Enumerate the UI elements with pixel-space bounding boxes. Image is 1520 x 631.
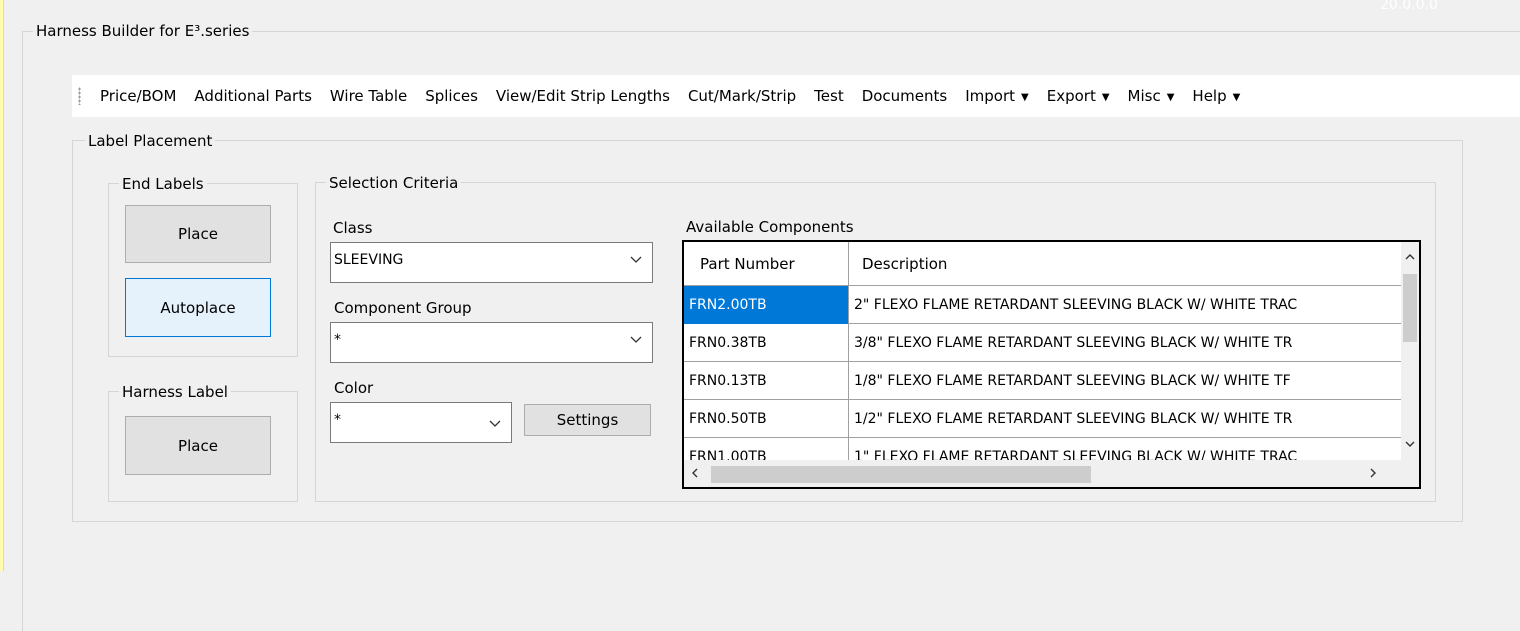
harness-label-title: Harness Label xyxy=(119,383,231,401)
column-header-description[interactable]: Description xyxy=(849,242,1409,286)
menu-wire-table[interactable]: Wire Table xyxy=(321,87,416,105)
toolbar-grip-icon[interactable] xyxy=(78,87,81,105)
color-value: * xyxy=(334,412,341,428)
grid-rows: FRN2.00TB 2" FLEXO FLAME RETARDANT SLEEVI… xyxy=(684,286,1401,460)
menu-label: Misc xyxy=(1127,87,1161,105)
menu-import[interactable]: Import ▼ xyxy=(956,87,1038,105)
settings-button[interactable]: Settings xyxy=(524,404,651,436)
menu-documents[interactable]: Documents xyxy=(853,87,957,105)
chevron-down-icon xyxy=(489,420,501,427)
color-label: Color xyxy=(334,379,374,397)
table-row[interactable]: FRN0.50TB 1/2" FLEXO FLAME RETARDANT SLEE… xyxy=(684,400,1401,438)
component-group-dropdown[interactable]: * xyxy=(330,322,653,363)
available-components-label: Available Components xyxy=(686,218,854,236)
table-row[interactable]: FRN0.38TB 3/8" FLEXO FLAME RETARDANT SLEE… xyxy=(684,324,1401,362)
description-cell[interactable]: 2" FLEXO FLAME RETARDANT SLEEVING BLACK … xyxy=(849,286,1401,324)
horizontal-scrollbar[interactable] xyxy=(684,460,1401,487)
description-cell[interactable]: 1/8" FLEXO FLAME RETARDANT SLEEVING BLAC… xyxy=(849,362,1401,400)
menu-label: Splices xyxy=(425,87,478,105)
label-placement-title: Label Placement xyxy=(85,132,216,150)
menu-misc[interactable]: Misc ▼ xyxy=(1119,87,1184,105)
part-number-cell[interactable]: FRN2.00TB xyxy=(684,286,849,324)
column-header-part-number[interactable]: Part Number xyxy=(684,242,849,286)
color-dropdown[interactable]: * xyxy=(330,402,512,443)
end-labels-title: End Labels xyxy=(119,175,207,193)
dropdown-caret-icon: ▼ xyxy=(1232,92,1241,103)
part-number-cell[interactable]: FRN0.38TB xyxy=(684,324,849,362)
part-number-cell[interactable]: FRN0.13TB xyxy=(684,362,849,400)
part-number-cell[interactable]: FRN0.50TB xyxy=(684,400,849,438)
component-group-value: * xyxy=(334,332,341,348)
menu-label: Wire Table xyxy=(329,87,408,105)
description-cell[interactable]: 1/2" FLEXO FLAME RETARDANT SLEEVING BLAC… xyxy=(849,400,1401,438)
menu-test[interactable]: Test xyxy=(805,87,853,105)
vertical-scrollbar[interactable] xyxy=(1401,242,1419,460)
class-value: SLEEVING xyxy=(334,252,404,268)
menu-label: View/Edit Strip Lengths xyxy=(495,87,670,105)
menu-splices[interactable]: Splices xyxy=(416,87,487,105)
selection-criteria-title: Selection Criteria xyxy=(326,174,462,192)
scroll-right-icon[interactable] xyxy=(1367,467,1379,479)
menu-label: Cut/Mark/Strip xyxy=(687,87,797,105)
menu-view-edit-strip-lengths[interactable]: View/Edit Strip Lengths xyxy=(487,87,679,105)
available-components-grid[interactable]: Part Number Description FRN2.00TB 2" FLEX… xyxy=(682,240,1421,489)
dropdown-caret-icon: ▼ xyxy=(1021,92,1029,103)
description-cell[interactable]: 3/8" FLEXO FLAME RETARDANT SLEEVING BLAC… xyxy=(849,324,1401,362)
dropdown-caret-icon: ▼ xyxy=(1166,92,1175,103)
menu-label: Export xyxy=(1046,87,1096,105)
grid-header: Part Number Description xyxy=(684,242,1401,286)
menu-help[interactable]: Help ▼ xyxy=(1183,87,1249,105)
component-group-label: Component Group xyxy=(334,299,472,317)
menu-export[interactable]: Export ▼ xyxy=(1038,87,1119,105)
scroll-corner xyxy=(1401,460,1419,487)
menu-additional-parts[interactable]: Additional Parts xyxy=(185,87,321,105)
scroll-up-icon[interactable] xyxy=(1404,251,1416,263)
harness-label-place-button[interactable]: Place xyxy=(125,416,271,475)
menu-label: Documents xyxy=(861,87,948,105)
scroll-left-icon[interactable] xyxy=(689,467,701,479)
description-cell[interactable]: 1" FLEXO FLAME RETARDANT SLEEVING BLACK … xyxy=(849,438,1401,460)
menu-label: Price/BOM xyxy=(100,87,177,105)
version-text: 20.0.0.0 xyxy=(1380,0,1438,13)
table-row[interactable]: FRN1.00TB 1" FLEXO FLAME RETARDANT SLEEVI… xyxy=(684,438,1401,460)
menu-label: Import xyxy=(965,87,1016,105)
scroll-down-icon[interactable] xyxy=(1404,438,1416,450)
window-edge-strip xyxy=(0,0,4,571)
menu-cut-mark-strip[interactable]: Cut/Mark/Strip xyxy=(679,87,805,105)
menu-label: Help xyxy=(1192,87,1227,105)
class-label: Class xyxy=(333,219,373,237)
dropdown-caret-icon: ▼ xyxy=(1101,92,1110,103)
horizontal-scroll-thumb[interactable] xyxy=(711,466,1091,483)
main-toolbar: Price/BOM Additional Parts Wire Table Splic… xyxy=(72,75,1520,117)
class-dropdown[interactable]: SLEEVING xyxy=(330,242,653,283)
chevron-down-icon xyxy=(630,256,642,263)
table-row[interactable]: FRN0.13TB 1/8" FLEXO FLAME RETARDANT SLEE… xyxy=(684,362,1401,400)
end-labels-place-button[interactable]: Place xyxy=(125,205,271,263)
vertical-scroll-thumb[interactable] xyxy=(1403,274,1417,342)
autoplace-button[interactable]: Autoplace xyxy=(125,278,271,337)
harness-builder-title: Harness Builder for E³.series xyxy=(33,22,253,40)
part-number-cell[interactable]: FRN1.00TB xyxy=(684,438,849,460)
menu-label: Test xyxy=(814,87,844,105)
table-row[interactable]: FRN2.00TB 2" FLEXO FLAME RETARDANT SLEEVI… xyxy=(684,286,1401,324)
menu-label: Additional Parts xyxy=(194,87,312,105)
chevron-down-icon xyxy=(630,336,642,343)
menu-price-bom[interactable]: Price/BOM xyxy=(93,87,185,105)
